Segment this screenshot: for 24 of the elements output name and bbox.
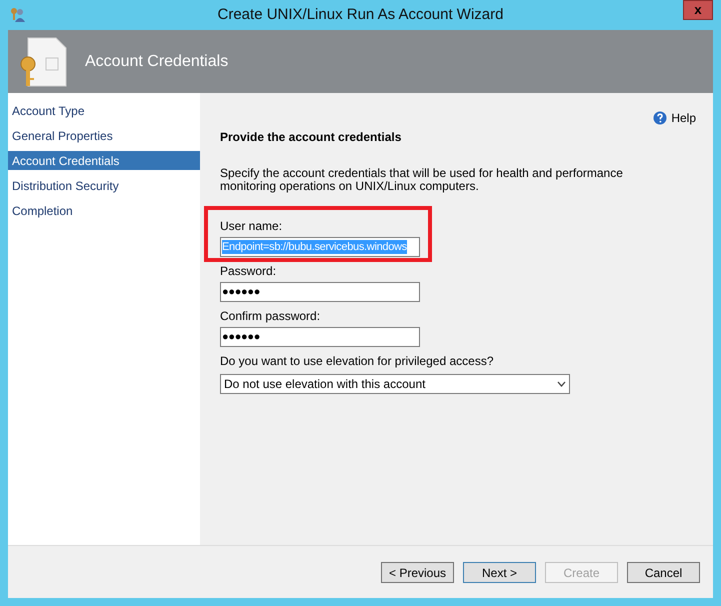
chevron-down-icon bbox=[557, 381, 566, 387]
input-field[interactable]: ●●●●●● bbox=[220, 327, 420, 347]
dropdown[interactable]: Do not use elevation with this account bbox=[220, 374, 570, 394]
sidebar-item[interactable]: Account Credentials bbox=[8, 151, 200, 170]
input-field[interactable]: ●●●●●● bbox=[220, 282, 420, 302]
wizard-button[interactable]: Cancel bbox=[627, 562, 700, 583]
field-label: User name: bbox=[220, 219, 284, 233]
help-icon bbox=[653, 111, 668, 125]
wizard-button[interactable]: < Previous bbox=[381, 562, 454, 583]
field-label: Confirm password: bbox=[220, 309, 322, 323]
users-key-icon bbox=[8, 6, 26, 22]
help-link[interactable]: Help bbox=[671, 109, 696, 127]
sidebar-item[interactable]: Distribution Security bbox=[8, 176, 200, 195]
sidebar-item[interactable]: Completion bbox=[8, 201, 200, 220]
field-label: Do you want to use elevation for privileged access? bbox=[220, 354, 494, 368]
description-text: Specify the account credentials that will be used for health and performance monitoring operations on UNIX/Linux computers. bbox=[220, 167, 624, 193]
sidebar-item[interactable]: General Properties bbox=[8, 126, 200, 145]
field-label: Password: bbox=[220, 264, 278, 278]
sidebar-item[interactable]: Account Type bbox=[8, 101, 200, 120]
wizard-button[interactable]: Next > bbox=[463, 562, 536, 583]
section-heading: Provide the account credentials bbox=[220, 129, 402, 146]
page-title: Account Credentials bbox=[85, 52, 228, 72]
close-button[interactable]: x bbox=[683, 0, 713, 20]
window-title: Create UNIX/Linux Run As Account Wizard bbox=[218, 4, 504, 25]
